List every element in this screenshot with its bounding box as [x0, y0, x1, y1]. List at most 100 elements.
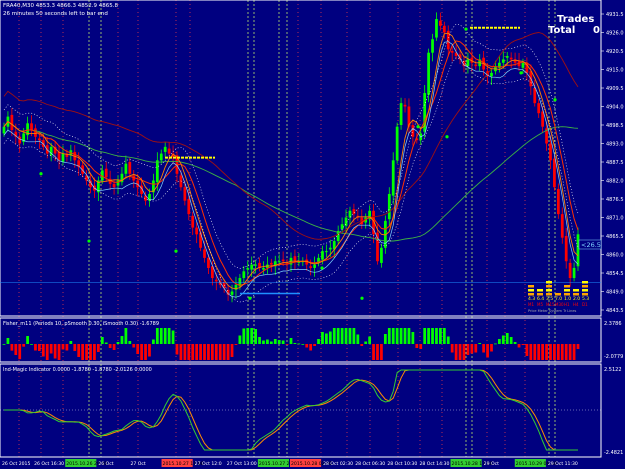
- signal-dot: [553, 98, 557, 102]
- meter-bar: [537, 289, 543, 292]
- time-label: 28 Oct 02:30: [323, 461, 353, 467]
- price-tick-label: 4843.5: [606, 308, 624, 314]
- candle-body: [230, 291, 234, 295]
- candle-body: [112, 183, 116, 188]
- price-marker: <26.5: [581, 241, 601, 249]
- price-tick-label: 4882.0: [606, 179, 624, 185]
- fisher-bar: [494, 343, 497, 345]
- price-tick-label: 4931.5: [606, 12, 624, 18]
- fisher-bar: [258, 337, 261, 344]
- fisher-bar: [210, 344, 214, 360]
- candle-body: [564, 236, 568, 262]
- meter-bar: [564, 293, 570, 296]
- fisher-bar: [152, 339, 155, 344]
- fisher-bar: [254, 329, 257, 344]
- fisher-max-label: 2.3786: [604, 321, 622, 327]
- price-tick-label: 4854.5: [606, 271, 624, 277]
- candle-body: [490, 72, 493, 77]
- candle-body: [269, 262, 273, 265]
- candle-body: [2, 126, 6, 134]
- time-label: 29 Oct: [484, 461, 499, 467]
- magic-label: Ind-Magic Indicator 0.0000 -1.8780 -1.87…: [3, 367, 152, 373]
- time-label: 28 Oct 06:30: [355, 461, 385, 467]
- fisher-bar: [332, 328, 336, 344]
- meter-bar: [555, 293, 561, 296]
- trades-label: Trades: [557, 14, 594, 25]
- time-label: 27 Oct 13:00: [227, 461, 257, 467]
- trading-chart[interactable]: <26.5 FRA40,M30 4853.3 4866.3 4852.9 486…: [0, 0, 625, 469]
- fisher-bar: [203, 344, 206, 360]
- fisher-bar: [297, 343, 301, 345]
- fisher-bar: [230, 344, 234, 357]
- candle-body: [313, 264, 316, 268]
- candle-body: [214, 279, 218, 282]
- fisher-bar: [442, 328, 446, 344]
- fisher-bar: [49, 344, 53, 354]
- fisher-bar: [572, 344, 576, 360]
- fisher-bar: [144, 344, 147, 360]
- meter-name: D1: [582, 302, 588, 307]
- fisher-bar: [352, 328, 356, 344]
- signal-dot: [519, 71, 523, 75]
- fisher-bar: [525, 344, 529, 356]
- fisher-bar: [317, 339, 320, 344]
- meter-name: H4: [573, 302, 579, 307]
- fisher-bar: [431, 328, 434, 344]
- fisher-bar: [466, 344, 470, 355]
- fisher-bar: [360, 344, 364, 346]
- fisher-bar: [69, 341, 73, 344]
- fisher-bar: [159, 328, 163, 344]
- fisher-bar: [57, 344, 61, 360]
- candle-body: [195, 227, 199, 235]
- fisher-bar: [439, 328, 442, 344]
- fisher-bar: [541, 344, 544, 360]
- candle-body: [403, 104, 407, 107]
- price-tick-label: 4893.0: [606, 142, 624, 148]
- meter-bar: [573, 293, 579, 296]
- price-tick-label: 4849.0: [606, 290, 624, 296]
- signal-dot: [87, 239, 91, 243]
- time-label: 28 Oct 10:30: [387, 461, 417, 467]
- time-label: 26 Oct 2015: [2, 461, 30, 467]
- total-value: 0: [593, 25, 600, 36]
- candle-body: [568, 262, 572, 279]
- fisher-bar: [529, 344, 533, 360]
- fisher-bar: [167, 328, 171, 344]
- fisher-bar: [242, 328, 246, 344]
- candle-body: [242, 271, 246, 279]
- candle-body: [474, 64, 478, 67]
- fisher-bar: [100, 337, 104, 344]
- signal-dot: [174, 249, 178, 253]
- meter-bar: [528, 289, 534, 292]
- fisher-bar: [108, 344, 112, 348]
- fisher-bar: [564, 344, 568, 360]
- fisher-bar: [407, 328, 411, 344]
- price-tick-label: 4920.5: [606, 49, 624, 55]
- fisher-bar: [163, 328, 167, 344]
- fisher-bar: [10, 344, 14, 351]
- price-tick-label: 4887.5: [606, 160, 624, 166]
- fisher-bar: [482, 344, 486, 353]
- fisher-bar: [281, 340, 285, 344]
- fisher-bar: [399, 328, 403, 344]
- fisher-bar: [509, 337, 513, 344]
- fisher-bar: [537, 344, 541, 360]
- candle-body: [450, 51, 454, 53]
- candle-body: [556, 188, 560, 215]
- meter-bar: [573, 289, 579, 292]
- fisher-bar: [289, 338, 293, 344]
- candle-body: [124, 163, 128, 174]
- meter-bar: [564, 285, 570, 288]
- candle-body: [104, 168, 108, 178]
- signal-dot: [464, 27, 468, 31]
- fisher-bar: [30, 344, 33, 345]
- candle-body: [57, 151, 61, 161]
- total-label: Total: [548, 25, 575, 36]
- fisher-bar: [277, 340, 281, 344]
- meter-bar: [582, 281, 588, 284]
- candle-body: [203, 249, 206, 258]
- fisher-bar: [104, 342, 108, 344]
- fisher-bar: [391, 328, 395, 344]
- candle-body: [38, 138, 41, 141]
- fisher-bar: [89, 344, 92, 360]
